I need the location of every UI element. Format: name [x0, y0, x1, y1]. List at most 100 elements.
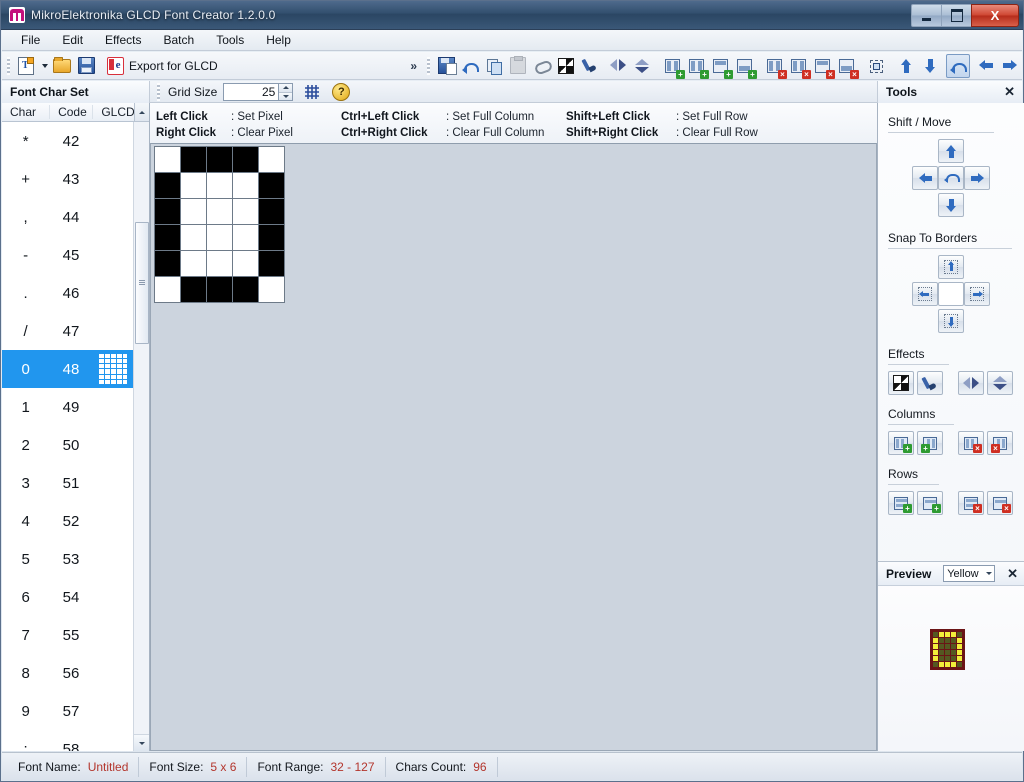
- close-button[interactable]: X: [971, 4, 1019, 27]
- charset-row[interactable]: *42: [2, 122, 134, 160]
- pixel-cell[interactable]: [155, 199, 180, 224]
- pixel-cell[interactable]: [181, 277, 206, 302]
- charset-row[interactable]: 452: [2, 502, 134, 540]
- minimize-button[interactable]: [911, 4, 942, 27]
- undo-icon[interactable]: [459, 55, 481, 77]
- pixel-cell[interactable]: [233, 277, 258, 302]
- pixel-cell[interactable]: [233, 147, 258, 172]
- pixel-cell[interactable]: [155, 251, 180, 276]
- preview-close-icon[interactable]: ✕: [1007, 568, 1018, 580]
- eraser-icon[interactable]: [531, 55, 553, 77]
- delete-column-left-button[interactable]: ×: [958, 431, 984, 455]
- charset-row[interactable]: /47: [2, 312, 134, 350]
- add-column-left-button[interactable]: +: [888, 431, 914, 455]
- crop-icon[interactable]: [864, 55, 886, 77]
- delete-column-icon[interactable]: ×: [811, 55, 833, 77]
- preview-color-select[interactable]: Yellow: [943, 565, 995, 582]
- brush-button[interactable]: [917, 371, 943, 395]
- pixel-cell[interactable]: [233, 225, 258, 250]
- grid-size-input[interactable]: 25: [223, 83, 279, 101]
- remove-column-icon[interactable]: ×: [835, 55, 857, 77]
- toolbar-grip-1[interactable]: [7, 57, 10, 75]
- charset-row[interactable]: 250: [2, 426, 134, 464]
- pixel-cell[interactable]: [259, 225, 284, 250]
- pixel-cell[interactable]: [181, 251, 206, 276]
- pixel-cell[interactable]: [155, 277, 180, 302]
- charset-row[interactable]: 755: [2, 616, 134, 654]
- insert-column-right-icon[interactable]: +: [685, 55, 707, 77]
- grid-size-decrement[interactable]: [279, 92, 292, 101]
- shift-left-button[interactable]: [912, 166, 938, 190]
- pixel-cell[interactable]: [207, 251, 232, 276]
- flip-horizontal-button[interactable]: [958, 371, 984, 395]
- charset-row[interactable]: ,44: [2, 198, 134, 236]
- add-row-bottom-button[interactable]: +: [917, 491, 943, 515]
- column-header-code[interactable]: Code: [49, 105, 92, 119]
- gridsize-grip[interactable]: [157, 83, 160, 101]
- menu-item-edit[interactable]: Edit: [51, 30, 94, 50]
- charset-row[interactable]: 856: [2, 654, 134, 692]
- flip-vertical-icon[interactable]: [631, 55, 653, 77]
- charset-row[interactable]: -45: [2, 236, 134, 274]
- pixel-cell[interactable]: [233, 199, 258, 224]
- toolbar-overflow-button[interactable]: »: [410, 59, 417, 73]
- toolbar-grip-2[interactable]: [427, 57, 430, 75]
- snap-right-button[interactable]: [964, 282, 990, 306]
- charset-scrollbar-thumb[interactable]: [135, 222, 149, 344]
- pixel-cell[interactable]: [259, 277, 284, 302]
- export-glcd-label[interactable]: Export for GLCD: [129, 59, 218, 73]
- move-right-icon[interactable]: [999, 55, 1021, 77]
- pixel-cell[interactable]: [207, 199, 232, 224]
- pixel-cell[interactable]: [181, 147, 206, 172]
- pixel-cell[interactable]: [155, 225, 180, 250]
- delete-column-right-button[interactable]: ×: [987, 431, 1013, 455]
- pixel-cell[interactable]: [181, 199, 206, 224]
- pixel-cell[interactable]: [207, 147, 232, 172]
- grid-size-stepper[interactable]: [279, 83, 293, 101]
- invert-icon[interactable]: [555, 55, 577, 77]
- menu-item-tools[interactable]: Tools: [205, 30, 255, 50]
- add-row-top-button[interactable]: +: [888, 491, 914, 515]
- charset-row[interactable]: 553: [2, 540, 134, 578]
- pixel-cell[interactable]: [181, 173, 206, 198]
- grid-size-increment[interactable]: [279, 84, 292, 92]
- export-glcd-icon[interactable]: [104, 55, 126, 77]
- copy-icon[interactable]: [483, 55, 505, 77]
- append-column-icon[interactable]: +: [733, 55, 755, 77]
- charset-scroll-down-button[interactable]: [134, 734, 149, 751]
- pixel-cell[interactable]: [259, 251, 284, 276]
- insert-column-left-icon[interactable]: +: [661, 55, 683, 77]
- menu-item-batch[interactable]: Batch: [153, 30, 206, 50]
- invert-button[interactable]: [888, 371, 914, 395]
- shift-up-button[interactable]: [938, 139, 964, 163]
- tools-close-icon[interactable]: ✕: [1004, 86, 1015, 98]
- column-header-char[interactable]: Char: [2, 105, 49, 119]
- move-down-icon[interactable]: [919, 55, 941, 77]
- move-left-icon[interactable]: [975, 55, 997, 77]
- delete-column-left-icon[interactable]: ×: [763, 55, 785, 77]
- charset-row[interactable]: +43: [2, 160, 134, 198]
- save-as-icon[interactable]: [435, 55, 457, 77]
- pixel-cell[interactable]: [207, 277, 232, 302]
- shift-right-button[interactable]: [964, 166, 990, 190]
- flip-vertical-button[interactable]: [987, 371, 1013, 395]
- charset-scroll-up-button[interactable]: [134, 103, 149, 121]
- help-icon[interactable]: ?: [330, 81, 352, 103]
- delete-column-right-icon[interactable]: ×: [787, 55, 809, 77]
- maximize-button[interactable]: [941, 4, 972, 27]
- menu-item-help[interactable]: Help: [255, 30, 302, 50]
- column-header-glcd[interactable]: GLCD: [92, 105, 134, 119]
- pixel-cell[interactable]: [207, 173, 232, 198]
- charset-row[interactable]: 654: [2, 578, 134, 616]
- grid-toggle-icon[interactable]: [301, 81, 323, 103]
- open-icon[interactable]: [51, 55, 73, 77]
- charset-row[interactable]: 957: [2, 692, 134, 730]
- new-font-icon[interactable]: T: [15, 55, 37, 77]
- pixel-cell[interactable]: [155, 147, 180, 172]
- pixel-cell[interactable]: [259, 173, 284, 198]
- save-icon[interactable]: [75, 55, 97, 77]
- pixel-cell[interactable]: [233, 251, 258, 276]
- new-font-dropdown[interactable]: [39, 55, 49, 77]
- charset-scrollbar[interactable]: [133, 122, 149, 751]
- pixel-cell[interactable]: [155, 173, 180, 198]
